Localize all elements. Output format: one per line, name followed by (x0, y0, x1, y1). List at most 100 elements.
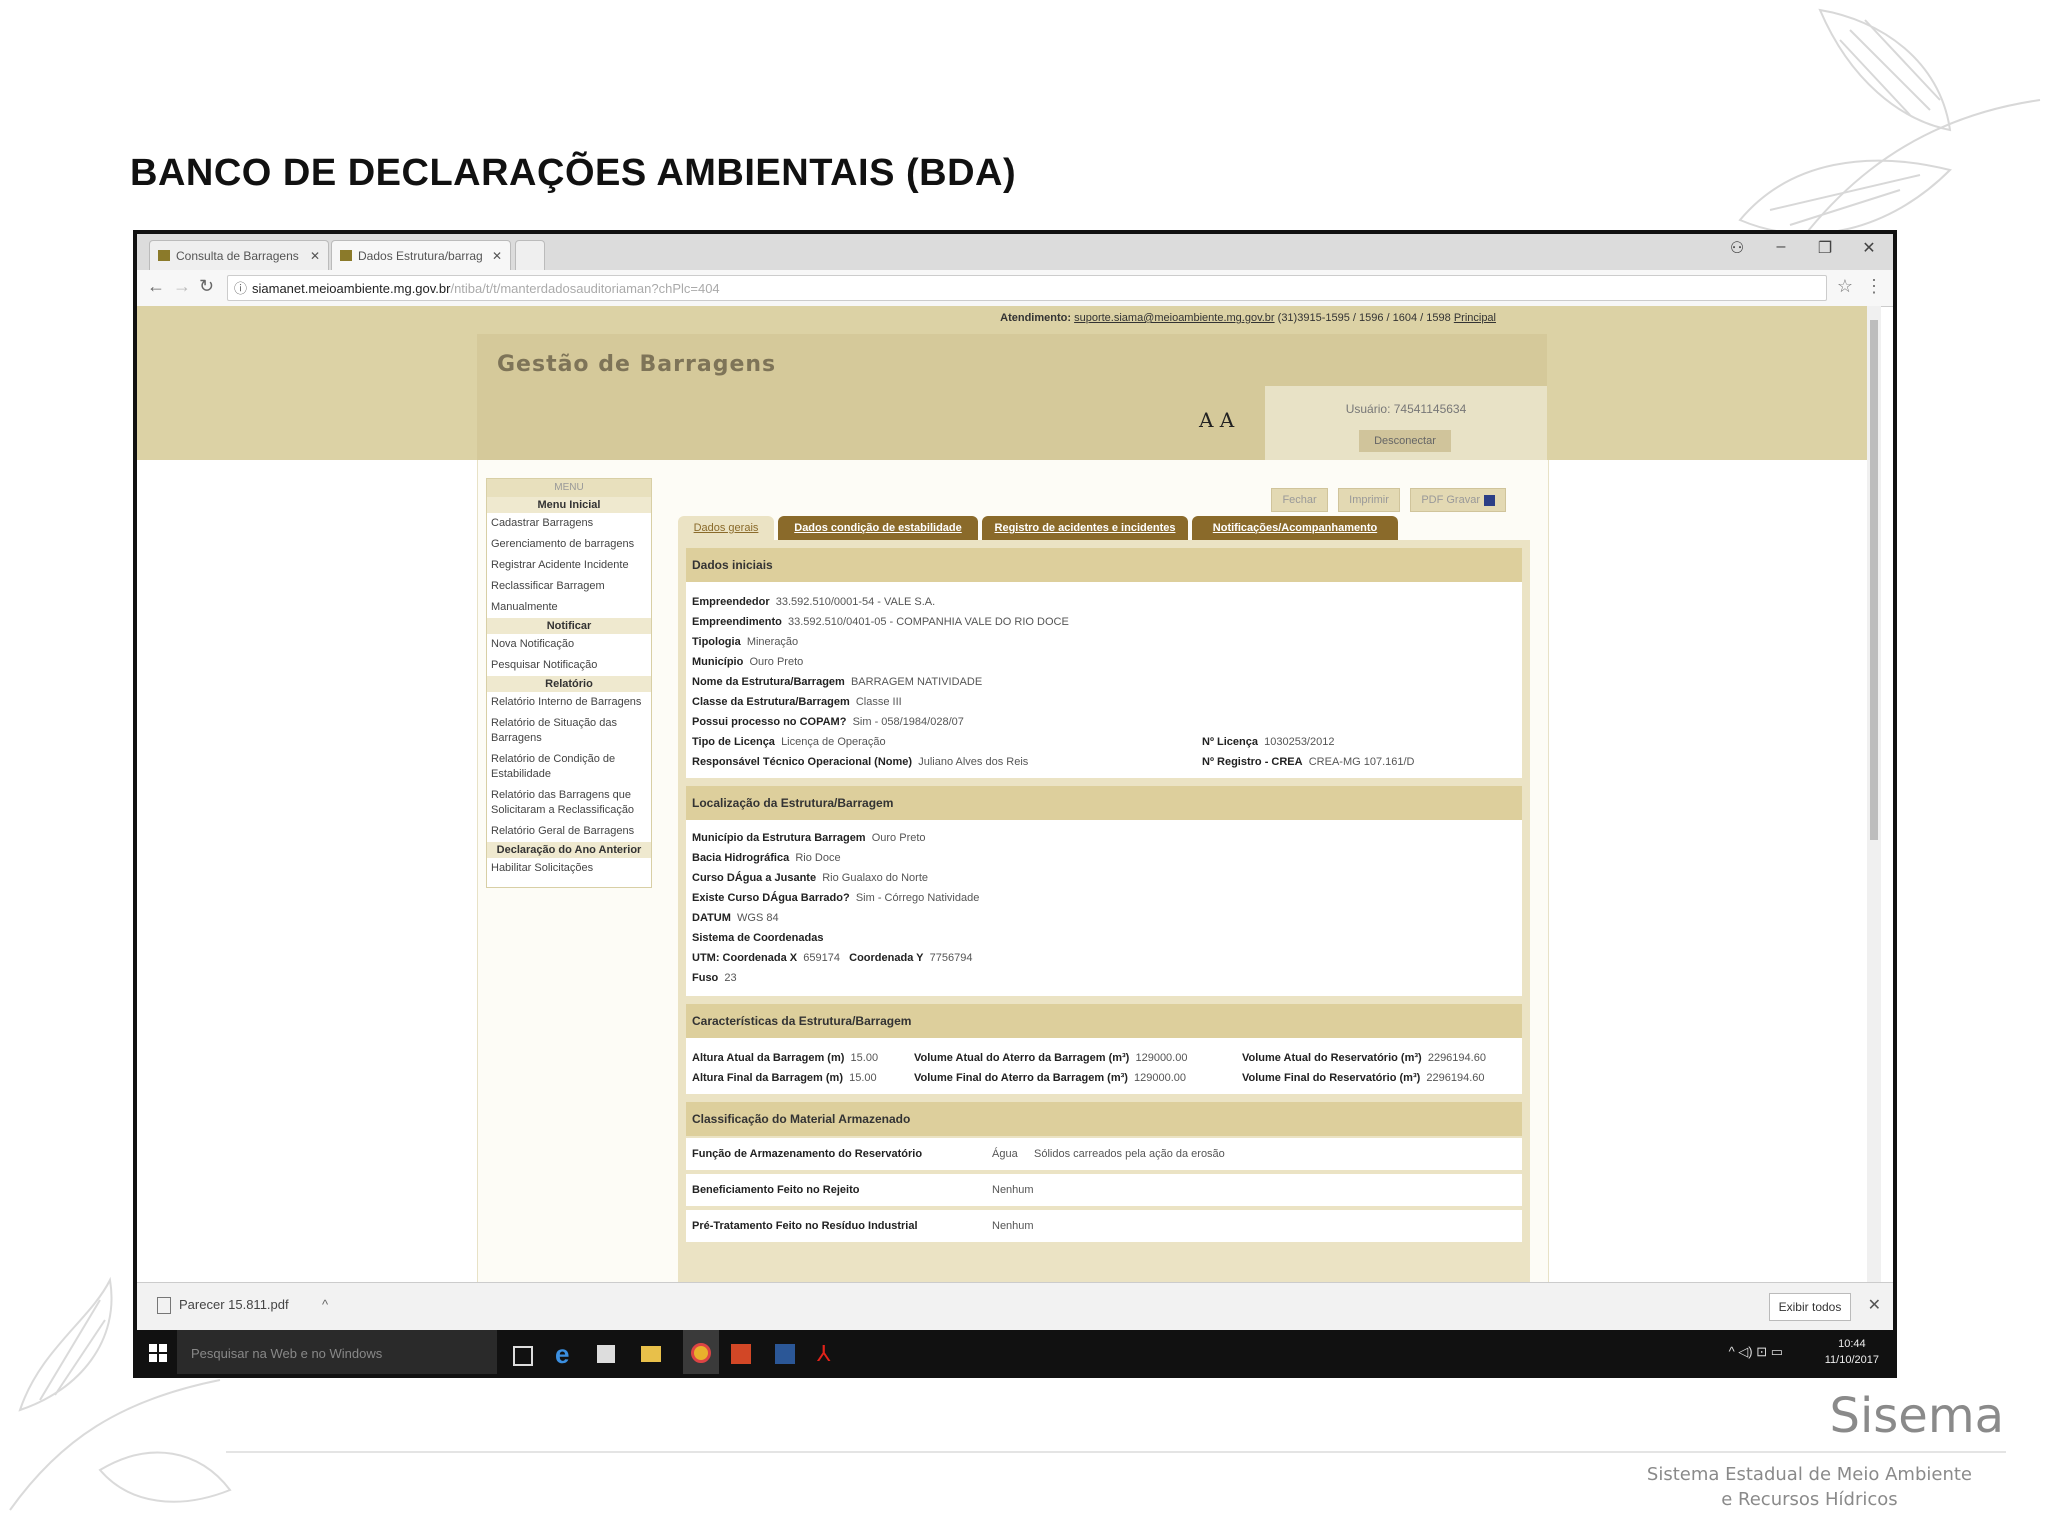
powerpoint-icon[interactable] (731, 1344, 751, 1364)
address-bar[interactable]: ⓘ siamanet.meioambiente.mg.gov.br/ntiba/… (227, 275, 1827, 301)
forward-arrow-icon[interactable]: → (173, 276, 191, 297)
menu-item-relatorio-condicao[interactable]: Relatório de Condição de Estabilidade (487, 749, 651, 785)
print-button[interactable]: Imprimir (1338, 488, 1400, 512)
menu-item-habilitar[interactable]: Habilitar Solicitações (487, 858, 651, 879)
reload-icon[interactable]: ↻ (199, 276, 214, 297)
sisema-subtitle-line-2: e Recursos Hídricos (1721, 1489, 1898, 1510)
menu-item-relatorio-geral[interactable]: Relatório Geral de Barragens (487, 821, 651, 842)
menu-item-relatorio-reclassificacao[interactable]: Relatório das Barragens que Solicitaram … (487, 785, 651, 821)
browser-tab-consulta[interactable]: Consulta de Barragens ✕ (149, 240, 329, 270)
field-label: Empreendimento (692, 616, 782, 628)
field-value: Nenhum (992, 1184, 1034, 1196)
task-view-icon[interactable] (513, 1346, 533, 1366)
section-caracteristicas: Altura Atual da Barragem (m) 15.00 Volum… (686, 1038, 1522, 1094)
home-link[interactable]: Principal (1454, 312, 1496, 324)
minimize-icon[interactable]: – (1767, 238, 1795, 256)
menu-item-nova-notificacao[interactable]: Nova Notificação (487, 634, 651, 655)
menu-head-declaracao: Declaração do Ano Anterior (487, 842, 651, 858)
menu-item-reclassificar[interactable]: Reclassificar Barragem (487, 576, 651, 597)
menu-item-pesquisar-notificacao[interactable]: Pesquisar Notificação (487, 655, 651, 676)
field-label: Município da Estrutura Barragem (692, 832, 866, 844)
site-favicon-icon (158, 250, 170, 261)
field-label: Possui processo no COPAM? (692, 716, 847, 728)
close-download-bar-icon[interactable]: ✕ (1868, 1295, 1881, 1315)
footer-rule (226, 1451, 2006, 1453)
acrobat-icon[interactable]: ⅄ (817, 1342, 841, 1366)
field-curso-barrado: Existe Curso DÁgua Barrado? Sim - Córreg… (692, 892, 979, 904)
system-tray[interactable]: ^ ◁) ⊡ ▭ (1729, 1344, 1783, 1360)
field-value: Mineração (746, 636, 799, 648)
clock-date: 11/10/2017 (1824, 1354, 1879, 1366)
windows-start-icon[interactable] (149, 1344, 167, 1362)
close-page-button[interactable]: Fechar (1271, 488, 1328, 512)
site-favicon-icon (340, 250, 352, 261)
app-title: Gestão de Barragens (497, 352, 777, 377)
chevron-up-icon[interactable]: ^ (322, 1297, 328, 1312)
field-label: Sistema de Coordenadas (692, 932, 824, 944)
menu-home-link[interactable]: Menu Inicial (487, 497, 651, 513)
restore-icon[interactable]: ❐ (1811, 238, 1839, 258)
field-responsavel: Responsável Técnico Operacional (Nome) J… (692, 756, 1028, 768)
word-icon[interactable] (775, 1344, 795, 1364)
tab-registro-acidentes[interactable]: Registro de acidentes e incidentes (982, 516, 1188, 540)
menu-item-manualmente[interactable]: Manualmente (487, 597, 651, 618)
contact-email-link[interactable]: suporte.siama@meioambiente.mg.gov.br (1074, 312, 1275, 324)
menu-item-cadastrar[interactable]: Cadastrar Barragens (487, 513, 651, 534)
menu-item-gerenciamento[interactable]: Gerenciamento de barragens (487, 534, 651, 555)
tab-condicao-estabilidade[interactable]: Dados condição de estabilidade (778, 516, 978, 540)
field-value: 15.00 (850, 1052, 879, 1064)
font-size-toggle[interactable]: A A (1199, 408, 1234, 432)
tab-dados-gerais[interactable]: Dados gerais (678, 516, 774, 540)
menu-item-relatorio-situacao[interactable]: Relatório de Situação das Barragens (487, 713, 651, 749)
field-value: Rio Doce (795, 852, 841, 864)
download-item[interactable]: Parecer 15.811.pdf (157, 1297, 289, 1315)
page-scrollbar[interactable] (1867, 306, 1881, 1282)
field-label: Bacia Hidrográfica (692, 852, 790, 864)
show-all-downloads-button[interactable]: Exibir todos (1769, 1293, 1851, 1321)
field-value: Nenhum (992, 1220, 1034, 1232)
field-altura-final: Altura Final da Barragem (m) 15.00 (692, 1072, 877, 1084)
chrome-icon[interactable] (683, 1330, 719, 1374)
sisema-subtitle: Sistema Estadual de Meio Ambiente e Recu… (1647, 1462, 1972, 1512)
field-beneficiamento: Beneficiamento Feito no Rejeito (692, 1184, 859, 1196)
info-icon[interactable]: ⓘ (234, 276, 247, 302)
field-label: Nº Licença (1202, 736, 1258, 748)
close-tab-icon[interactable]: ✕ (310, 241, 320, 271)
back-arrow-icon[interactable]: ← (147, 276, 165, 297)
logout-button[interactable]: Desconectar (1359, 430, 1451, 452)
menu-item-registrar[interactable]: Registrar Acidente Incidente (487, 555, 651, 576)
tab-notificacoes[interactable]: Notificações/Acompanhamento (1192, 516, 1398, 540)
browser-tab-dados[interactable]: Dados Estrutura/barrag ✕ (331, 240, 511, 270)
download-filename: Parecer 15.811.pdf (179, 1297, 289, 1312)
field-value: Sim - 058/1984/028/07 (852, 716, 964, 728)
field-nome-estrutura: Nome da Estrutura/Barragem BARRAGEM NATI… (692, 676, 982, 688)
download-bar: Parecer 15.811.pdf ^ Exibir todos ✕ (137, 1282, 1893, 1331)
edge-browser-icon[interactable]: e (555, 1341, 579, 1367)
contact-line: Atendimento: suporte.siama@meioambiente.… (1000, 312, 1496, 324)
store-icon[interactable] (597, 1345, 615, 1363)
profile-icon[interactable]: ⚇ (1723, 238, 1751, 258)
close-window-icon[interactable]: ✕ (1855, 238, 1883, 258)
section-dados-iniciais: Empreendedor 33.592.510/0001-54 - VALE S… (686, 582, 1522, 778)
new-tab-button[interactable] (515, 240, 545, 270)
close-tab-icon[interactable]: ✕ (492, 241, 502, 271)
field-value: 129000.00 (1134, 1072, 1187, 1084)
field-value: 23 (724, 972, 737, 984)
taskbar-clock[interactable]: 10:44 11/10/2017 (1825, 1336, 1879, 1368)
scrollbar-thumb[interactable] (1870, 320, 1878, 840)
save-pdf-button[interactable]: PDF Gravar (1410, 488, 1506, 512)
tab-label: Dados Estrutura/barrag (358, 249, 483, 263)
windows-search-box[interactable]: Pesquisar na Web e no Windows (177, 1330, 497, 1374)
field-empreendimento: Empreendimento 33.592.510/0401-05 - COMP… (692, 616, 1069, 628)
user-label: Usuário: 74541145634 (1345, 402, 1467, 416)
field-volume-reservatorio-final: Volume Final do Reservatório (m³) 229619… (1242, 1072, 1485, 1084)
field-datum: DATUM WGS 84 (692, 912, 779, 924)
field-label: Altura Atual da Barragem (m) (692, 1052, 845, 1064)
web-page: Atendimento: suporte.siama@meioambiente.… (137, 306, 1881, 1282)
file-explorer-icon[interactable] (641, 1346, 661, 1362)
section-head-caracteristicas: Características da Estrutura/Barragem (686, 1004, 1522, 1038)
bookmark-star-icon[interactable]: ☆ (1837, 276, 1853, 297)
menu-kebab-icon[interactable]: ⋮ (1865, 276, 1883, 297)
field-label: Nome da Estrutura/Barragem (692, 676, 845, 688)
menu-item-relatorio-interno[interactable]: Relatório Interno de Barragens (487, 692, 651, 713)
